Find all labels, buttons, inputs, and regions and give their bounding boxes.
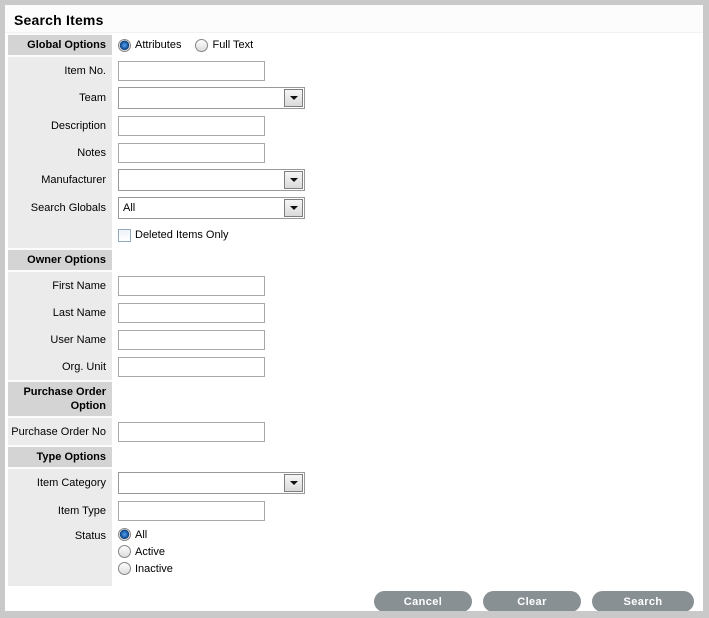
status-active-radio[interactable] bbox=[118, 545, 131, 558]
search-button[interactable]: Search bbox=[592, 591, 694, 611]
clear-button[interactable]: Clear bbox=[483, 591, 581, 611]
item-category-dropdown[interactable] bbox=[118, 472, 305, 494]
search-globals-dropdown-value: All bbox=[123, 202, 136, 214]
status-inactive-label: Inactive bbox=[135, 562, 173, 575]
item-category-dropdown-value bbox=[119, 473, 283, 493]
chevron-down-icon bbox=[289, 178, 298, 182]
notes-input[interactable] bbox=[118, 142, 265, 163]
org-unit-input[interactable] bbox=[118, 356, 265, 377]
item-type-input[interactable] bbox=[118, 500, 265, 521]
team-dropdown-arrow-button[interactable] bbox=[284, 89, 303, 107]
manufacturer-dropdown-value bbox=[119, 170, 283, 190]
section-header-purchase-order-option: Purchase Order Option bbox=[8, 380, 112, 418]
chevron-down-icon bbox=[289, 96, 298, 100]
manufacturer-dropdown-arrow-button[interactable] bbox=[284, 171, 303, 189]
user-name-label: User Name bbox=[8, 326, 112, 353]
purchase-order-no-label: Purchase Order No bbox=[8, 418, 112, 445]
item-type-label: Item Type bbox=[8, 497, 112, 524]
section-header-type-options: Type Options bbox=[8, 445, 112, 469]
title-bar: Search Items bbox=[5, 5, 703, 33]
notes-label: Notes bbox=[8, 139, 112, 166]
chevron-down-icon bbox=[289, 481, 298, 485]
full-text-radio-label: Full Text bbox=[212, 39, 254, 51]
section-header-owner-options: Owner Options bbox=[8, 248, 112, 272]
first-name-input[interactable] bbox=[118, 275, 265, 296]
attributes-radio[interactable] bbox=[118, 38, 131, 52]
window-frame: Search Items Global Options Attributes F… bbox=[0, 0, 709, 618]
empty-label-cell bbox=[8, 222, 112, 248]
last-name-input[interactable] bbox=[118, 302, 265, 323]
page-title: Search Items bbox=[14, 12, 104, 28]
section-header-global-options: Global Options bbox=[8, 33, 112, 57]
user-name-input[interactable] bbox=[118, 329, 265, 350]
item-no-label: Item No. bbox=[8, 57, 112, 84]
search-items-panel: Search Items Global Options Attributes F… bbox=[5, 5, 703, 611]
status-all-radio[interactable] bbox=[118, 528, 131, 541]
status-inactive-radio[interactable] bbox=[118, 562, 131, 575]
status-active-label: Active bbox=[135, 545, 165, 558]
team-dropdown-value bbox=[119, 88, 283, 108]
description-label: Description bbox=[8, 112, 112, 139]
team-label: Team bbox=[8, 84, 112, 112]
chevron-down-icon bbox=[289, 206, 298, 210]
purchase-order-no-input[interactable] bbox=[118, 421, 265, 442]
manufacturer-dropdown[interactable] bbox=[118, 169, 305, 191]
deleted-items-only-checkbox[interactable] bbox=[118, 228, 131, 242]
search-form: Global Options Attributes Full Text Item… bbox=[8, 33, 703, 586]
manufacturer-label: Manufacturer bbox=[8, 166, 112, 194]
search-mode-radio-group: Attributes Full Text bbox=[118, 38, 254, 52]
search-globals-dropdown[interactable]: All bbox=[118, 197, 305, 219]
attributes-radio-label: Attributes bbox=[135, 39, 182, 51]
last-name-label: Last Name bbox=[8, 299, 112, 326]
full-text-radio[interactable] bbox=[195, 38, 209, 52]
search-globals-dropdown-arrow-button[interactable] bbox=[284, 199, 303, 217]
status-label: Status bbox=[8, 524, 112, 586]
org-unit-label: Org. Unit bbox=[8, 353, 112, 380]
deleted-items-only-label: Deleted Items Only bbox=[135, 229, 229, 241]
footer-button-bar: Cancel Clear Search bbox=[5, 586, 703, 611]
item-category-label: Item Category bbox=[8, 469, 112, 497]
description-input[interactable] bbox=[118, 115, 265, 136]
cancel-button[interactable]: Cancel bbox=[374, 591, 472, 611]
item-category-dropdown-arrow-button[interactable] bbox=[284, 474, 303, 492]
item-no-input[interactable] bbox=[118, 60, 265, 81]
status-radio-group: All Active Inactive bbox=[118, 528, 173, 575]
section-global-options: Global Options Attributes Full Text bbox=[8, 33, 703, 57]
first-name-label: First Name bbox=[8, 272, 112, 299]
search-globals-label: Search Globals bbox=[8, 194, 112, 222]
status-all-label: All bbox=[135, 528, 148, 541]
team-dropdown[interactable] bbox=[118, 87, 305, 109]
